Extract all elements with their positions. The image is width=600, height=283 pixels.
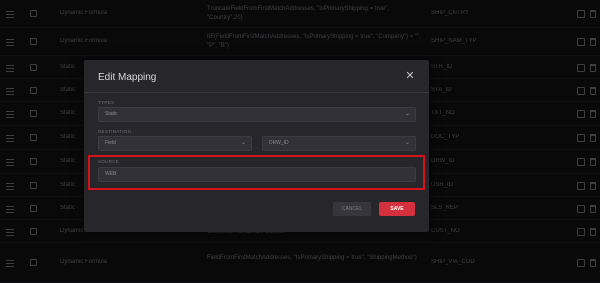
source-highlight-box: [88, 155, 425, 190]
dialog-title: Edit Mapping: [98, 72, 157, 83]
chevron-down-icon: ⌄: [240, 140, 246, 146]
chevron-down-icon: ⌄: [404, 140, 410, 146]
type-label: TYPES: [98, 100, 115, 105]
destination-table-value: Field: [105, 140, 116, 146]
destination-label: DESTINATION: [98, 129, 132, 134]
destination-field-value: DRW_ID: [269, 140, 289, 146]
save-button[interactable]: SAVE: [379, 202, 415, 216]
close-icon[interactable]: ✕: [404, 70, 416, 82]
dialog-divider: [84, 92, 429, 93]
edit-mapping-dialog: Edit Mapping ✕ TYPES Static ⌄ DESTINATIO…: [84, 60, 429, 232]
destination-table-select[interactable]: Field ⌄: [98, 136, 252, 151]
destination-field-select[interactable]: DRW_ID ⌄: [262, 136, 416, 151]
chevron-down-icon: ⌄: [404, 111, 410, 117]
type-select-value: Static: [105, 111, 118, 117]
cancel-button[interactable]: CANCEL: [333, 202, 371, 216]
type-select[interactable]: Static ⌄: [98, 107, 416, 122]
